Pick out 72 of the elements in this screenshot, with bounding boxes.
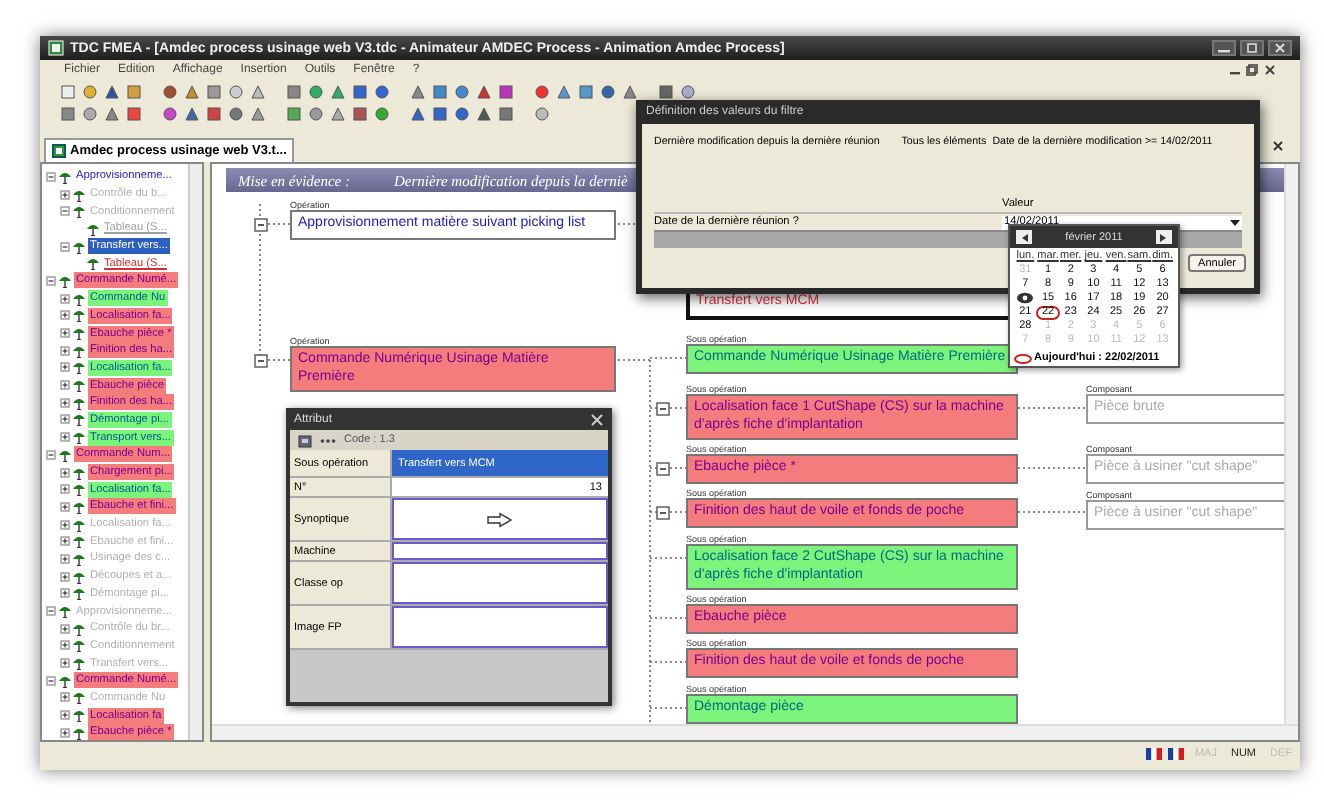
expand-toggle[interactable] <box>60 623 70 634</box>
dropdown-arrow-icon[interactable] <box>1230 219 1240 225</box>
expand-toggle[interactable] <box>60 727 70 738</box>
collapse-toggle[interactable] <box>46 606 56 617</box>
minimize-icon[interactable] <box>1212 40 1236 56</box>
expand-toggle[interactable] <box>60 414 70 425</box>
calendar-day[interactable] <box>1014 292 1037 306</box>
dots-icon <box>320 437 336 443</box>
restore-icon[interactable] <box>1246 64 1258 76</box>
maximize-icon[interactable] <box>1240 40 1264 56</box>
collapse-toggle[interactable] <box>254 354 268 368</box>
field-value[interactable] <box>392 606 608 648</box>
expand-toggle[interactable] <box>60 692 70 703</box>
close-icon[interactable] <box>1272 140 1284 152</box>
connector-line <box>267 223 291 225</box>
close-icon[interactable] <box>1268 40 1292 56</box>
expand-toggle[interactable] <box>60 362 70 373</box>
expand-toggle[interactable] <box>60 397 70 408</box>
umbrella-icon <box>58 169 72 184</box>
collapse-toggle[interactable] <box>46 275 56 286</box>
expand-toggle[interactable] <box>60 710 70 721</box>
scrollbar[interactable] <box>188 164 202 740</box>
expand-toggle[interactable] <box>60 519 70 530</box>
flag-icon[interactable] <box>1146 748 1163 760</box>
scrollbar[interactable] <box>1284 164 1298 728</box>
expand-toggle[interactable] <box>60 328 70 339</box>
expand-toggle[interactable] <box>60 345 70 356</box>
expand-toggle[interactable] <box>60 293 70 304</box>
field-value[interactable] <box>392 542 608 560</box>
collapse-toggle[interactable] <box>656 462 670 476</box>
connector-line <box>1017 511 1087 513</box>
app-icon <box>48 40 64 56</box>
left-arrow-icon <box>1021 233 1027 241</box>
expand-toggle[interactable] <box>60 484 70 495</box>
collapse-toggle[interactable] <box>46 171 56 182</box>
connector-line <box>1017 407 1087 409</box>
connector-line <box>1017 467 1087 469</box>
expand-toggle[interactable] <box>60 588 70 599</box>
document-icon <box>52 144 66 158</box>
oval-icon <box>1014 353 1032 363</box>
next-month-button[interactable] <box>1155 230 1172 244</box>
expand-toggle[interactable] <box>60 536 70 547</box>
previous-month-button[interactable] <box>1016 230 1032 244</box>
right-arrow-icon <box>1160 233 1167 241</box>
expand-toggle[interactable] <box>60 640 70 651</box>
expand-toggle[interactable] <box>60 380 70 391</box>
connector-line <box>267 359 291 361</box>
collapse-toggle[interactable] <box>46 675 56 686</box>
expand-toggle[interactable] <box>60 571 70 582</box>
expand-toggle[interactable] <box>60 658 70 669</box>
collapse-toggle[interactable] <box>60 206 70 217</box>
collapse-toggle[interactable] <box>254 218 268 232</box>
umbrella-icon <box>58 273 72 288</box>
expand-toggle[interactable] <box>60 189 70 200</box>
grid-icon[interactable] <box>298 433 312 447</box>
expand-toggle[interactable] <box>60 310 70 321</box>
expand-toggle[interactable] <box>60 553 70 564</box>
field-value[interactable] <box>392 562 608 604</box>
collapse-toggle[interactable] <box>60 241 70 252</box>
connector-line <box>617 223 641 225</box>
collapse-toggle[interactable] <box>656 506 670 520</box>
close-icon[interactable] <box>1264 64 1276 76</box>
collapse-toggle[interactable] <box>656 402 670 416</box>
flag-icon[interactable] <box>1168 748 1185 760</box>
arrow-icon <box>486 511 514 527</box>
scrollbar[interactable] <box>212 724 1298 740</box>
expand-toggle[interactable] <box>60 501 70 512</box>
expand-toggle[interactable] <box>60 432 70 443</box>
expand-toggle[interactable] <box>60 467 70 478</box>
field-value[interactable] <box>392 498 608 540</box>
collapse-toggle[interactable] <box>46 449 56 460</box>
marker-icon <box>1016 292 1035 304</box>
